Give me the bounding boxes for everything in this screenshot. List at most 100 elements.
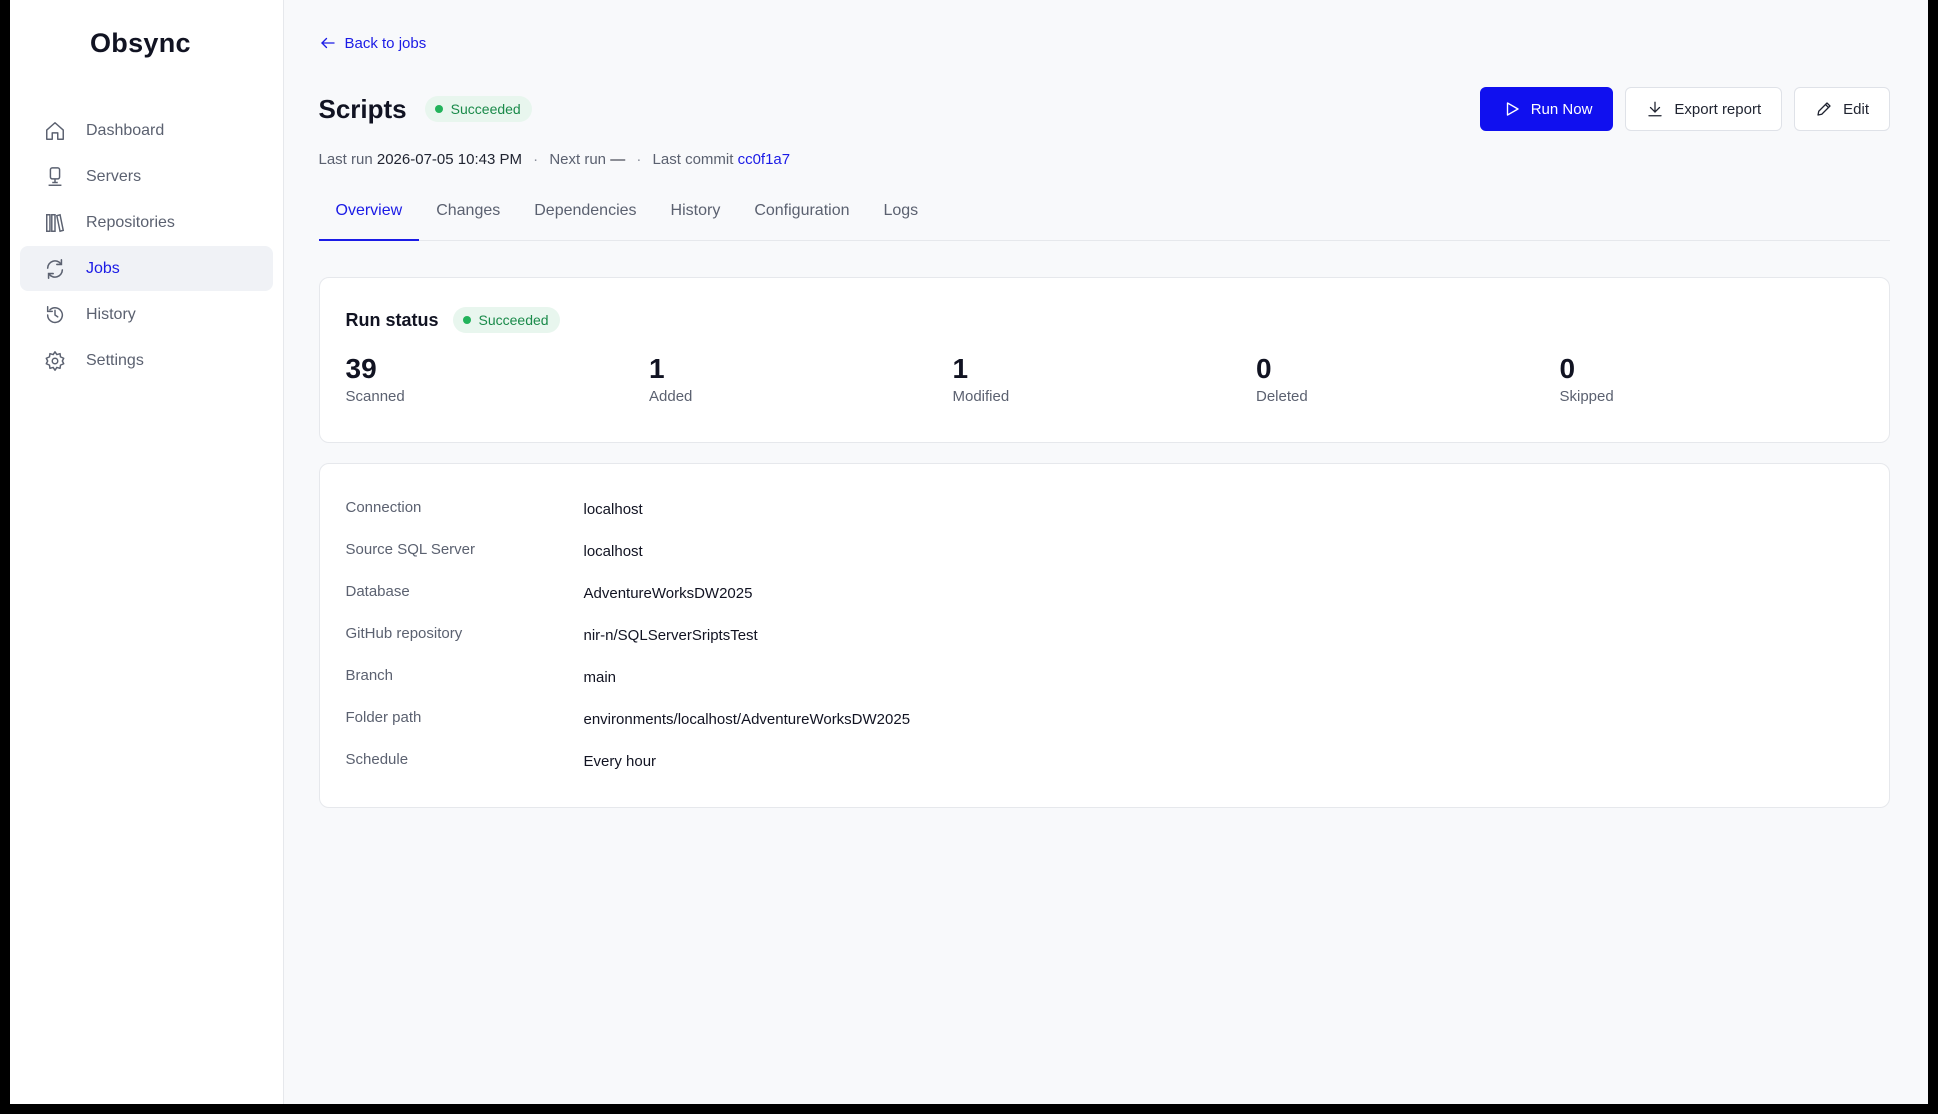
detail-label: Database: [345, 583, 410, 600]
page-title: Scripts: [318, 93, 407, 124]
detail-value: localhost: [583, 543, 643, 560]
run-meta: Last run 2026-07-05 10:43 PM · Next run …: [319, 151, 1891, 171]
sidebar-item-label: Servers: [86, 167, 142, 185]
tab-configuration[interactable]: Configuration: [737, 196, 866, 241]
export-report-label: Export report: [1674, 100, 1762, 118]
status-badge: Succeeded: [424, 96, 532, 122]
sidebar: Obsync Dashboard Servers Repositories Jo…: [10, 0, 284, 1104]
page-header: Scripts Succeeded Run Now Export report …: [318, 87, 1890, 131]
detail-row-source-sql-server: Source SQL Server localhost: [346, 540, 1864, 582]
export-report-button[interactable]: Export report: [1625, 87, 1783, 131]
run-now-label: Run Now: [1530, 100, 1593, 118]
detail-value: Every hour: [583, 753, 657, 770]
detail-value: AdventureWorksDW2025: [583, 585, 753, 602]
sidebar-item-label: History: [86, 305, 136, 323]
last-commit-label: Last commit: [652, 151, 734, 168]
back-to-jobs-link[interactable]: Back to jobs: [319, 32, 427, 54]
stat-value: 0: [1559, 353, 1576, 384]
status-dot-icon: [462, 316, 471, 324]
run-status-title: Run status: [345, 309, 439, 330]
stat-value: 0: [1256, 353, 1272, 384]
repositories-icon: [44, 212, 66, 234]
last-commit-link[interactable]: cc0f1a7: [738, 151, 791, 168]
status-dot-icon: [434, 105, 443, 113]
detail-row-folder-path: Folder path environments/localhost/Adven…: [346, 708, 1864, 750]
pencil-icon: [1817, 102, 1831, 116]
gear-icon: [44, 350, 66, 372]
detail-label: GitHub repository: [345, 625, 463, 642]
run-status-header: Run status Succeeded: [346, 306, 1864, 334]
tab-changes[interactable]: Changes: [419, 196, 517, 241]
tab-bar: Overview Changes Dependencies History Co…: [318, 196, 1890, 241]
stat-label: Skipped: [1559, 388, 1614, 405]
stat-value: 1: [649, 353, 665, 384]
stat-value: 39: [345, 353, 377, 384]
tab-logs[interactable]: Logs: [866, 196, 935, 241]
detail-row-github-repository: GitHub repository nir-n/SQLServerSriptsT…: [346, 624, 1864, 666]
sidebar-item-label: Dashboard: [86, 121, 165, 139]
detail-label: Schedule: [345, 751, 409, 768]
sidebar-item-label: Repositories: [86, 213, 175, 231]
run-now-button[interactable]: Run Now: [1479, 87, 1614, 131]
next-run-value: —: [610, 151, 626, 168]
back-link-label: Back to jobs: [344, 34, 427, 52]
sidebar-item-servers[interactable]: Servers: [20, 154, 273, 199]
stat-modified: 1 Modified: [953, 352, 1257, 405]
meta-separator: ·: [533, 151, 539, 168]
history-icon: [44, 304, 66, 326]
meta-separator: ·: [636, 151, 642, 168]
stat-scanned: 39 Scanned: [346, 352, 650, 405]
edit-button[interactable]: Edit: [1794, 87, 1890, 131]
main-content: Back to jobs Scripts Succeeded Run Now E…: [284, 0, 1929, 1104]
run-status-card: Run status Succeeded 39 Scanned 1 Added …: [318, 277, 1890, 443]
detail-label: Branch: [345, 667, 394, 684]
job-details-card: Connection localhost Source SQL Server l…: [318, 463, 1890, 808]
stat-deleted: 0 Deleted: [1256, 352, 1560, 405]
run-stats: 39 Scanned 1 Added 1 Modified 0 Deleted …: [346, 352, 1864, 405]
sidebar-item-repositories[interactable]: Repositories: [20, 200, 273, 245]
header-actions: Run Now Export report Edit: [1479, 87, 1890, 131]
sidebar-item-settings[interactable]: Settings: [20, 338, 273, 383]
refresh-icon: [44, 258, 66, 280]
play-icon: [1506, 102, 1519, 116]
stat-label: Added: [649, 388, 693, 405]
run-status-badge: Succeeded: [452, 307, 560, 333]
server-icon: [44, 166, 66, 188]
detail-row-database: Database AdventureWorksDW2025: [346, 582, 1864, 624]
stat-skipped: 0 Skipped: [1560, 352, 1864, 405]
arrow-left-icon: [320, 37, 335, 49]
detail-value: nir-n/SQLServerSriptsTest: [583, 627, 758, 644]
detail-value: environments/localhost/AdventureWorksDW2…: [583, 711, 911, 728]
sidebar-nav: Dashboard Servers Repositories Jobs Hist…: [10, 108, 283, 383]
detail-value: main: [583, 669, 617, 686]
stat-value: 1: [952, 353, 969, 384]
detail-label: Folder path: [345, 709, 422, 726]
tab-history[interactable]: History: [654, 196, 738, 241]
sidebar-item-history[interactable]: History: [20, 292, 273, 337]
app-logo: Obsync: [90, 28, 191, 58]
sidebar-item-dashboard[interactable]: Dashboard: [20, 108, 273, 153]
download-icon: [1648, 101, 1663, 117]
last-run-value: 2026-07-05 10:43 PM: [376, 151, 522, 168]
sidebar-item-label: Jobs: [86, 259, 120, 277]
stat-added: 1 Added: [649, 352, 953, 405]
next-run-label: Next run: [549, 151, 607, 168]
last-run-label: Last run: [318, 151, 373, 168]
detail-row-branch: Branch main: [346, 666, 1864, 708]
detail-row-connection: Connection localhost: [346, 498, 1864, 540]
run-status-badge-label: Succeeded: [478, 312, 549, 328]
stat-label: Scanned: [345, 388, 405, 405]
detail-label: Connection: [345, 499, 422, 516]
home-icon: [44, 120, 66, 142]
edit-label: Edit: [1843, 100, 1869, 118]
tab-overview[interactable]: Overview: [318, 196, 420, 241]
sidebar-item-label: Settings: [86, 351, 144, 369]
detail-row-schedule: Schedule Every hour: [346, 750, 1864, 792]
detail-value: localhost: [583, 501, 643, 518]
detail-label: Source SQL Server: [345, 541, 476, 558]
status-badge-label: Succeeded: [450, 101, 521, 117]
stat-label: Modified: [952, 388, 1010, 405]
app-window: Obsync Dashboard Servers Repositories Jo…: [10, 0, 1928, 1104]
sidebar-item-jobs[interactable]: Jobs: [20, 246, 273, 291]
tab-dependencies[interactable]: Dependencies: [517, 196, 653, 241]
